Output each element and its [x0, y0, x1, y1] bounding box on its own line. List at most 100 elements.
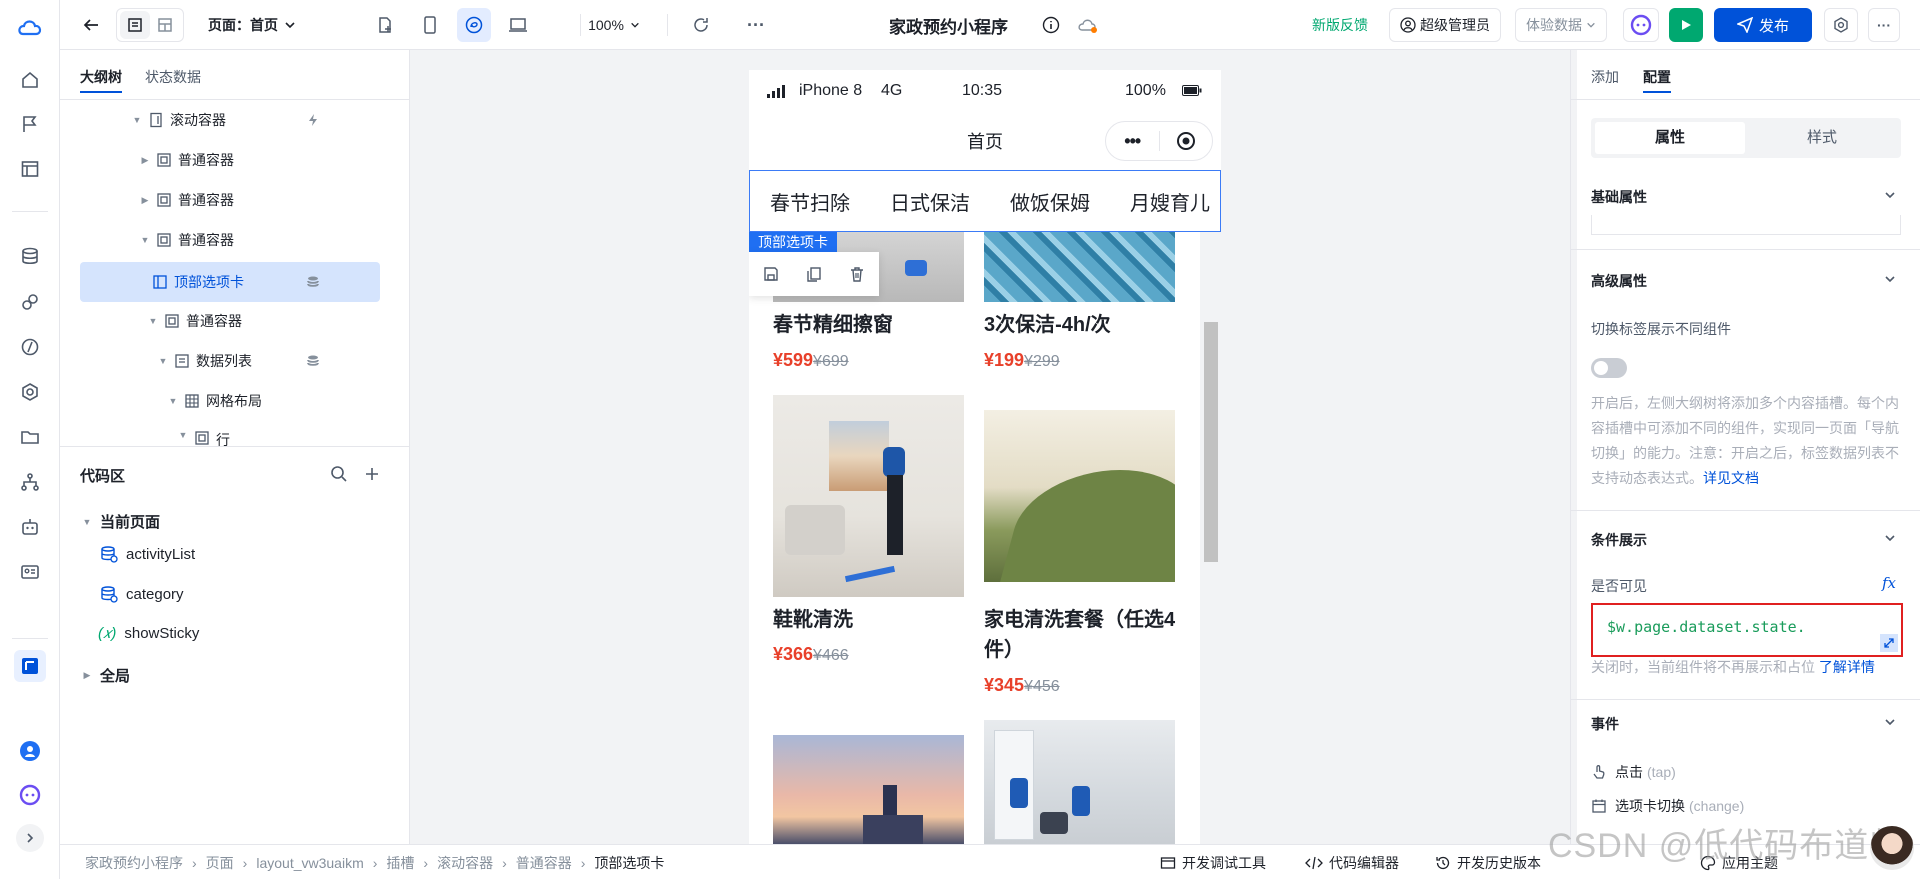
phone-scrollbar[interactable] — [1200, 232, 1221, 844]
section-conditional[interactable]: 条件展示 — [1591, 530, 1647, 550]
data-mode-select[interactable]: 体验数据 — [1515, 8, 1607, 42]
docs-link[interactable]: 详见文档 — [1703, 470, 1759, 486]
zoom-selector[interactable]: 100% — [574, 0, 654, 50]
section-events[interactable]: 事件 — [1591, 714, 1619, 734]
search-icon[interactable] — [330, 465, 348, 483]
current-page-group[interactable]: ▼ 当前页面 — [80, 511, 160, 532]
code-editor-button[interactable]: 代码编辑器 — [1305, 845, 1399, 879]
chevron-down-icon[interactable] — [1884, 273, 1896, 285]
caret-down-icon[interactable]: ▼ — [130, 115, 144, 125]
tab-add[interactable]: 添加 — [1591, 67, 1619, 87]
folder-icon[interactable] — [14, 421, 46, 453]
crumb-item-current[interactable]: 顶部选项卡 — [594, 853, 664, 873]
crumb-item[interactable]: 插槽 — [386, 853, 414, 873]
run-button[interactable] — [1669, 8, 1703, 42]
tree-node-container[interactable]: ▶ 普通容器 — [80, 140, 380, 180]
grid-view-icon[interactable] — [150, 11, 180, 39]
caret-down-icon[interactable]: ▼ — [156, 356, 170, 366]
crumb-item[interactable]: layout_vw3uaikm — [256, 855, 363, 871]
lightning-icon[interactable] — [306, 113, 320, 127]
database-icon[interactable] — [306, 354, 320, 368]
expand-rail-icon[interactable] — [16, 824, 44, 852]
more-menu-button[interactable]: ··· — [1868, 8, 1900, 42]
caret-right-icon[interactable]: ▶ — [138, 155, 152, 166]
section-advanced[interactable]: 高级属性 — [1591, 271, 1647, 291]
tree-node-row[interactable]: ▼ 行 — [80, 422, 380, 446]
phone-preview-icon[interactable] — [413, 8, 447, 42]
flag-icon[interactable] — [14, 108, 46, 140]
more-dots-icon[interactable]: ••• — [1106, 131, 1159, 152]
desktop-preview-icon[interactable] — [501, 8, 535, 42]
product-image-building[interactable] — [984, 220, 1175, 302]
refresh-button[interactable] — [664, 0, 718, 50]
mascot-avatar[interactable] — [1870, 826, 1914, 870]
visibility-expression-input[interactable]: $w.page.dataset.state. — [1591, 603, 1903, 657]
user-avatar-icon[interactable] — [14, 735, 46, 767]
tab-cook-nanny[interactable]: 做饭保姆 — [1010, 187, 1090, 216]
caret-down-icon[interactable]: ▼ — [146, 316, 160, 326]
tree-node-container[interactable]: ▼ 普通容器 — [80, 220, 380, 260]
cloud-sync-icon[interactable] — [1077, 0, 1099, 50]
learn-more-link[interactable]: 了解详情 — [1819, 659, 1875, 675]
add-icon[interactable] — [363, 465, 381, 483]
hexagon-icon[interactable] — [14, 376, 46, 408]
seg-style[interactable]: 样式 — [1747, 122, 1897, 154]
function-icon[interactable] — [14, 331, 46, 363]
tab-outline-tree[interactable]: 大纲树 — [80, 67, 122, 93]
miniprogram-preview-icon[interactable] — [457, 8, 491, 42]
caret-down-icon[interactable]: ▼ — [138, 235, 152, 245]
robot-icon[interactable] — [14, 511, 46, 543]
scrollbar-thumb[interactable] — [1204, 322, 1218, 562]
crumb-item[interactable]: 家政预约小程序 — [85, 853, 183, 873]
crumb-item[interactable]: 页面 — [206, 853, 234, 873]
outline-view-icon[interactable] — [120, 11, 150, 39]
code-item-activitylist[interactable]: activityList — [100, 545, 195, 563]
layout-edit-icon[interactable] — [14, 153, 46, 185]
debug-tools-button[interactable]: 开发调试工具 — [1160, 845, 1266, 879]
fx-icon[interactable]: fx — [1882, 574, 1896, 592]
tab-maternity[interactable]: 月嫂育儿 — [1130, 187, 1210, 216]
more-actions-button[interactable]: ··· — [719, 0, 773, 50]
switch-tabs-toggle[interactable] — [1591, 358, 1627, 378]
database-icon[interactable] — [306, 275, 320, 289]
section-basic[interactable]: 基础属性 — [1591, 187, 1647, 207]
close-target-icon[interactable] — [1159, 131, 1212, 151]
panel-scrollbar[interactable] — [1571, 50, 1577, 844]
product-image-shoe-cleaning[interactable] — [773, 395, 964, 597]
back-button[interactable] — [74, 0, 108, 50]
caret-down-icon[interactable]: ▼ — [80, 517, 94, 527]
page-design-icon[interactable] — [14, 650, 46, 682]
event-change[interactable]: 选项卡切换 (change) — [1591, 796, 1744, 816]
expand-editor-icon[interactable] — [1880, 634, 1898, 652]
delete-icon[interactable] — [848, 265, 866, 283]
tab-spring-clean[interactable]: 春节扫除 — [770, 187, 850, 216]
caret-down-icon[interactable]: ▼ — [166, 396, 180, 406]
tree-node-data-list[interactable]: ▼ 数据列表 — [80, 341, 380, 381]
chevron-down-icon[interactable] — [1884, 189, 1896, 201]
crumb-item[interactable]: 普通容器 — [516, 853, 572, 873]
history-button[interactable]: 开发历史版本 — [1435, 845, 1541, 879]
product-image-office-cleaning[interactable] — [984, 720, 1175, 844]
chevron-down-icon[interactable] — [1884, 532, 1896, 544]
crumb-item[interactable]: 滚动容器 — [437, 853, 493, 873]
page-selector[interactable]: 页面：首页 — [208, 0, 296, 50]
info-icon[interactable] — [1042, 0, 1060, 50]
product-image-mountain[interactable] — [984, 410, 1175, 582]
product-image-city[interactable] — [773, 735, 964, 844]
assistant-icon[interactable] — [14, 779, 46, 811]
publish-button[interactable]: 发布 — [1714, 8, 1812, 42]
caret-right-icon[interactable]: ▶ — [80, 670, 94, 681]
link-icon[interactable] — [14, 286, 46, 318]
copy-icon[interactable] — [805, 265, 823, 283]
feedback-link[interactable]: 新版反馈 — [1312, 0, 1368, 50]
tab-japanese-clean[interactable]: 日式保洁 — [890, 187, 970, 216]
tab-state-data[interactable]: 状态数据 — [145, 67, 201, 87]
tree-node-top-tabs[interactable]: 顶部选项卡 — [80, 262, 380, 302]
save-icon[interactable] — [762, 265, 780, 283]
chevron-down-icon[interactable] — [1884, 716, 1896, 728]
caret-down-icon[interactable]: ▼ — [176, 430, 190, 440]
tree-node-container[interactable]: ▶ 普通容器 — [80, 180, 380, 220]
tree-node-container[interactable]: ▼ 普通容器 — [80, 301, 380, 341]
workflow-icon[interactable] — [14, 466, 46, 498]
caret-right-icon[interactable]: ▶ — [138, 195, 152, 206]
